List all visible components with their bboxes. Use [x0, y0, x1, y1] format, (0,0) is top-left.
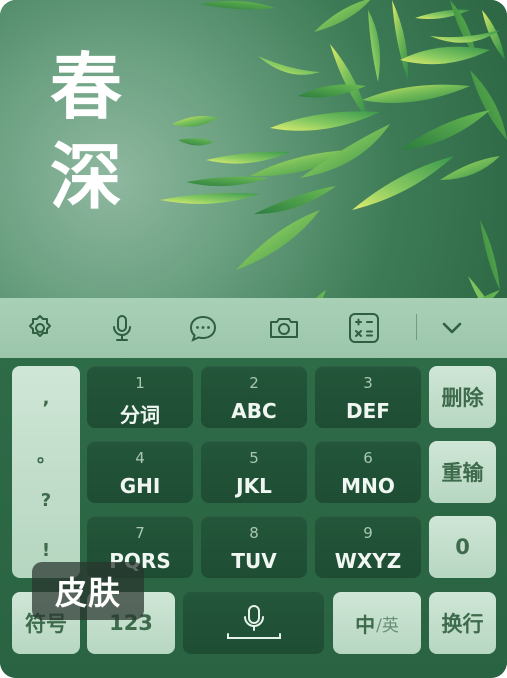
- punct-comma[interactable]: ,: [12, 388, 80, 409]
- language-label: 中/英: [333, 592, 421, 654]
- retype-key[interactable]: 重输: [429, 441, 496, 503]
- lang-primary: 中: [355, 612, 376, 637]
- title-line-2: 深: [50, 135, 123, 219]
- key-number: 7: [135, 524, 145, 542]
- newline-label: 换行: [441, 611, 484, 636]
- key-3[interactable]: 3 DEF: [315, 366, 421, 428]
- key-letters: MNO: [341, 474, 395, 498]
- key-number: 2: [249, 374, 259, 392]
- key-number: 6: [363, 449, 373, 467]
- punctuation-column[interactable]: , 。 ? !: [12, 366, 80, 578]
- space-key[interactable]: [183, 592, 324, 654]
- delete-key[interactable]: 删除: [429, 366, 496, 428]
- key-9[interactable]: 9 WXYZ: [315, 516, 421, 578]
- key-letters: 分词: [120, 403, 160, 427]
- key-6[interactable]: 6 MNO: [315, 441, 421, 503]
- camera-icon[interactable]: [266, 310, 302, 346]
- chat-bubble-icon[interactable]: [185, 310, 221, 346]
- punct-question[interactable]: ?: [12, 490, 80, 511]
- title-line-1: 春: [50, 45, 123, 129]
- punct-period[interactable]: 。: [12, 442, 80, 468]
- skin-badge[interactable]: 皮肤: [32, 562, 144, 620]
- lang-secondary: /英: [376, 615, 399, 636]
- microphone-icon[interactable]: [104, 310, 140, 346]
- key-letters: DEF: [346, 399, 390, 423]
- zero-key[interactable]: 0: [429, 516, 496, 578]
- punct-exclaim[interactable]: !: [12, 540, 80, 561]
- key-number: 9: [363, 524, 373, 542]
- key-letters: TUV: [231, 549, 277, 573]
- zero-label: 0: [455, 535, 470, 559]
- key-letters: WXYZ: [334, 549, 402, 573]
- skin-title: 春 深: [50, 42, 140, 222]
- key-2[interactable]: 2 ABC: [201, 366, 307, 428]
- space-microphone-icon: [227, 605, 281, 639]
- key-number: 5: [249, 449, 259, 467]
- toolbar-divider: [416, 314, 417, 340]
- key-1[interactable]: 1 分词: [87, 366, 193, 428]
- key-5[interactable]: 5 JKL: [201, 441, 307, 503]
- key-number: 8: [249, 524, 259, 542]
- key-letters: ABC: [231, 399, 277, 423]
- language-switch-key[interactable]: 中/英: [333, 592, 421, 654]
- key-number: 1: [135, 374, 145, 392]
- key-4[interactable]: 4 GHI: [87, 441, 193, 503]
- newline-key[interactable]: 换行: [429, 592, 496, 654]
- calculator-icon[interactable]: [346, 310, 382, 346]
- keyboard-skin-preview: 春 深 , 。 ? ! 1 分词 2 ABC 3 DEF 删除 4 GHI 5 …: [0, 0, 507, 678]
- keyboard-toolbar: [0, 298, 507, 358]
- key-number: 4: [135, 449, 145, 467]
- settings-gear-icon[interactable]: [22, 310, 58, 346]
- key-8[interactable]: 8 TUV: [201, 516, 307, 578]
- key-letters: GHI: [119, 474, 161, 498]
- retype-label: 重输: [441, 460, 484, 485]
- chevron-down-icon[interactable]: [434, 310, 470, 346]
- delete-label: 删除: [441, 385, 484, 410]
- key-number: 3: [363, 374, 373, 392]
- key-letters: JKL: [236, 474, 272, 498]
